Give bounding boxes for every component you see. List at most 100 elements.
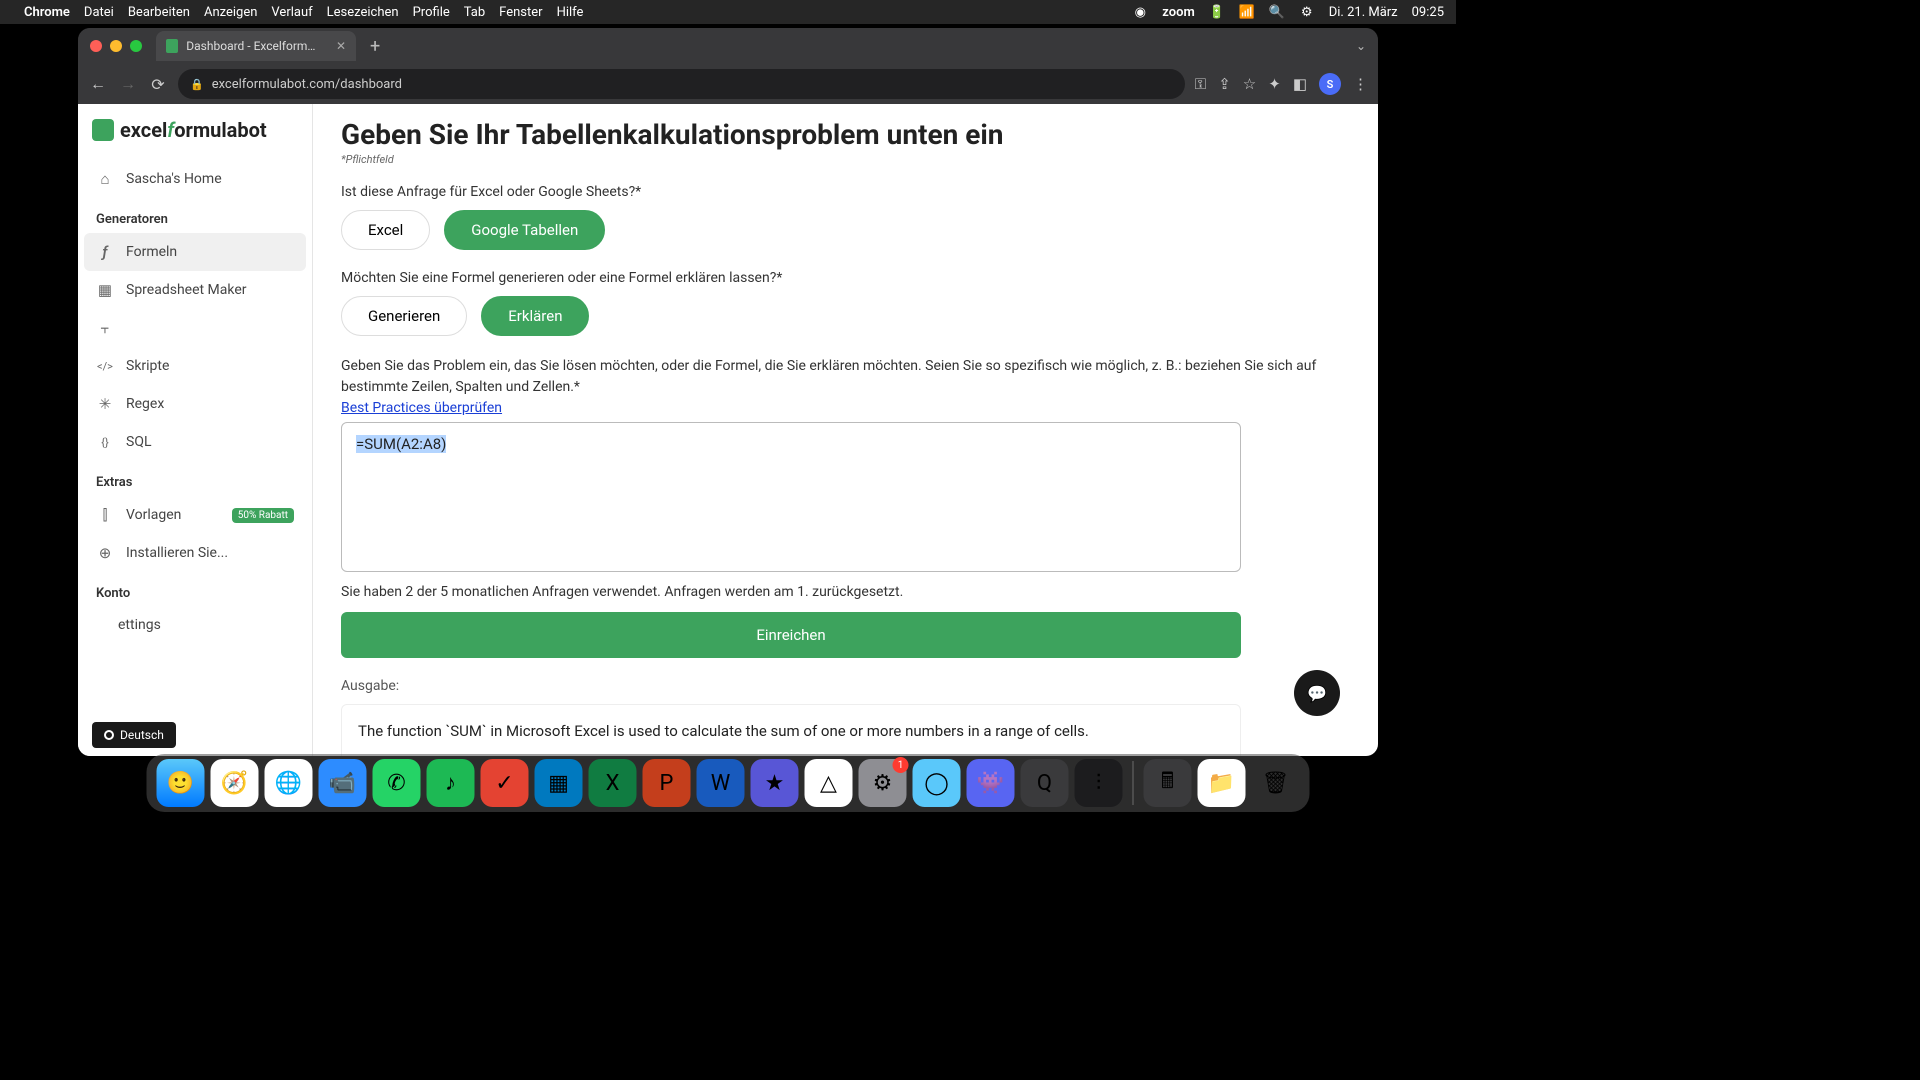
- sidebar-item-install[interactable]: ⊕ Installieren Sie...: [78, 534, 312, 572]
- sidebar-item-home[interactable]: ⌂ Sascha's Home: [78, 160, 312, 198]
- menu-datei[interactable]: Datei: [84, 5, 114, 20]
- dock-calculator[interactable]: 🖩: [1144, 759, 1192, 807]
- sidebar-item-label: ettings: [118, 617, 161, 633]
- language-selector[interactable]: Deutsch: [92, 722, 176, 748]
- question-platform: Ist diese Anfrage für Excel oder Google …: [341, 184, 1350, 200]
- sidebar-item-label: Installieren Sie...: [126, 545, 228, 561]
- menubar-time[interactable]: 09:25: [1412, 5, 1444, 20]
- dock-excel[interactable]: X: [589, 759, 637, 807]
- menu-fenster[interactable]: Fenster: [499, 5, 542, 20]
- record-icon[interactable]: ◉: [1132, 4, 1148, 20]
- sidebar-item-settings[interactable]: ettings: [78, 607, 312, 643]
- sidebar-item-sql[interactable]: {} SQL: [78, 423, 312, 461]
- dock-drive[interactable]: △: [805, 759, 853, 807]
- dock-chrome[interactable]: 🌐: [265, 759, 313, 807]
- sidebar-item-formulas[interactable]: ƒ Formeln: [84, 233, 306, 271]
- bookmark-icon[interactable]: ☆: [1243, 75, 1256, 93]
- new-tab-button[interactable]: +: [364, 36, 386, 57]
- formula-input-value: =SUM(A2:A8): [356, 435, 446, 453]
- asterisk-icon: ✳: [96, 395, 114, 413]
- key-icon[interactable]: ⚿: [1195, 75, 1206, 93]
- option-excel[interactable]: Excel: [341, 210, 430, 250]
- best-practices-link[interactable]: Best Practices überprüfen: [341, 400, 502, 416]
- menubar-date[interactable]: Di. 21. März: [1329, 5, 1398, 20]
- forward-button[interactable]: →: [118, 74, 138, 94]
- sidebar-item-label: SQL: [126, 434, 151, 450]
- dock-trash[interactable]: 🗑: [1252, 759, 1300, 807]
- dock-badge: 1: [893, 757, 909, 773]
- chat-fab[interactable]: 💬: [1294, 670, 1340, 716]
- dock-settings[interactable]: ⚙1: [859, 759, 907, 807]
- option-generate[interactable]: Generieren: [341, 296, 467, 336]
- function-icon: ƒ: [96, 243, 114, 261]
- close-window-button[interactable]: [90, 40, 102, 52]
- tabs-menu-icon[interactable]: ⌄: [1356, 39, 1366, 53]
- dock-powerpoint[interactable]: P: [643, 759, 691, 807]
- sidebar-item-templates[interactable]: ⫿ Vorlagen 50% Rabatt: [78, 496, 312, 534]
- logo-text: excelformulabot: [120, 118, 267, 142]
- zoom-label[interactable]: zoom: [1162, 5, 1194, 20]
- menu-lesezeichen[interactable]: Lesezeichen: [327, 5, 399, 20]
- maximize-window-button[interactable]: [130, 40, 142, 52]
- menu-profile[interactable]: Profile: [413, 5, 450, 20]
- search-icon[interactable]: 🔍: [1269, 4, 1285, 20]
- battery-icon[interactable]: 🔋: [1209, 4, 1225, 20]
- dock-spotify[interactable]: ♪: [427, 759, 475, 807]
- code-icon: </>: [96, 357, 114, 375]
- dock-zoom[interactable]: 📹: [319, 759, 367, 807]
- tab-title: Dashboard - Excelformabot.c: [186, 39, 322, 53]
- dock-downloads[interactable]: 📁: [1198, 759, 1246, 807]
- wifi-icon[interactable]: 📶: [1239, 4, 1255, 20]
- sidebar-item-regex[interactable]: ✳ Regex: [78, 385, 312, 423]
- submit-button[interactable]: Einreichen: [341, 612, 1241, 658]
- globe-icon: [104, 730, 114, 740]
- menu-bearbeiten[interactable]: Bearbeiten: [128, 5, 190, 20]
- control-center-icon[interactable]: ⚙: [1299, 4, 1315, 20]
- usage-note: Sie haben 2 der 5 monatlichen Anfragen v…: [341, 584, 1350, 600]
- sidebar-item-charts[interactable]: ⫟: [78, 309, 312, 347]
- dock-audio[interactable]: ⫶: [1075, 759, 1123, 807]
- menu-tab[interactable]: Tab: [464, 5, 485, 20]
- reload-button[interactable]: ⟳: [148, 75, 168, 94]
- back-button[interactable]: ←: [88, 74, 108, 94]
- side-panel-icon[interactable]: ◧: [1293, 75, 1307, 93]
- sidebar-section-account: Konto: [78, 572, 312, 607]
- menu-anzeigen[interactable]: Anzeigen: [204, 5, 257, 20]
- app-sidebar: excelformulabot ⌂ Sascha's Home Generato…: [78, 104, 313, 756]
- address-bar[interactable]: 🔒 excelformulabot.com/dashboard: [178, 69, 1185, 99]
- minimize-window-button[interactable]: [110, 40, 122, 52]
- dock-app-a[interactable]: ◯: [913, 759, 961, 807]
- option-explain[interactable]: Erklären: [481, 296, 589, 336]
- share-icon[interactable]: ⇪: [1218, 75, 1231, 93]
- browser-tab[interactable]: Dashboard - Excelformabot.c ✕: [156, 31, 356, 61]
- sidebar-item-label: Regex: [126, 396, 164, 412]
- sidebar-item-spreadsheet-maker[interactable]: ▦ Spreadsheet Maker: [78, 271, 312, 309]
- close-tab-icon[interactable]: ✕: [336, 39, 346, 53]
- formula-input[interactable]: =SUM(A2:A8): [341, 422, 1241, 572]
- menu-verlauf[interactable]: Verlauf: [271, 5, 312, 20]
- option-google-sheets[interactable]: Google Tabellen: [444, 210, 605, 250]
- dock-quicktime[interactable]: Q: [1021, 759, 1069, 807]
- plus-circle-icon: ⊕: [96, 544, 114, 562]
- sidebar-item-label: Skripte: [126, 358, 169, 374]
- dock-separator: [1133, 761, 1134, 805]
- dock-word[interactable]: W: [697, 759, 745, 807]
- dock-trello[interactable]: ▦: [535, 759, 583, 807]
- home-icon: ⌂: [96, 170, 114, 188]
- dock-whatsapp[interactable]: ✆: [373, 759, 421, 807]
- dock-safari[interactable]: 🧭: [211, 759, 259, 807]
- app-logo[interactable]: excelformulabot: [78, 118, 312, 160]
- menu-hilfe[interactable]: Hilfe: [557, 5, 584, 20]
- chrome-menu-icon[interactable]: ⋮: [1353, 75, 1368, 93]
- discount-badge: 50% Rabatt: [232, 508, 294, 523]
- active-app-name[interactable]: Chrome: [24, 5, 70, 20]
- macos-dock: 🙂 🧭 🌐 📹 ✆ ♪ ✓ ▦ X P W ★ △ ⚙1 ◯ 👾 Q ⫶ 🖩 📁…: [147, 754, 1310, 812]
- dock-finder[interactable]: 🙂: [157, 759, 205, 807]
- extensions-icon[interactable]: ✦: [1268, 75, 1281, 93]
- profile-avatar[interactable]: S: [1319, 73, 1341, 95]
- sidebar-item-scripts[interactable]: </> Skripte: [78, 347, 312, 385]
- dock-imovie[interactable]: ★: [751, 759, 799, 807]
- input-description: Geben Sie das Problem ein, das Sie lösen…: [341, 356, 1350, 398]
- dock-discord[interactable]: 👾: [967, 759, 1015, 807]
- dock-todoist[interactable]: ✓: [481, 759, 529, 807]
